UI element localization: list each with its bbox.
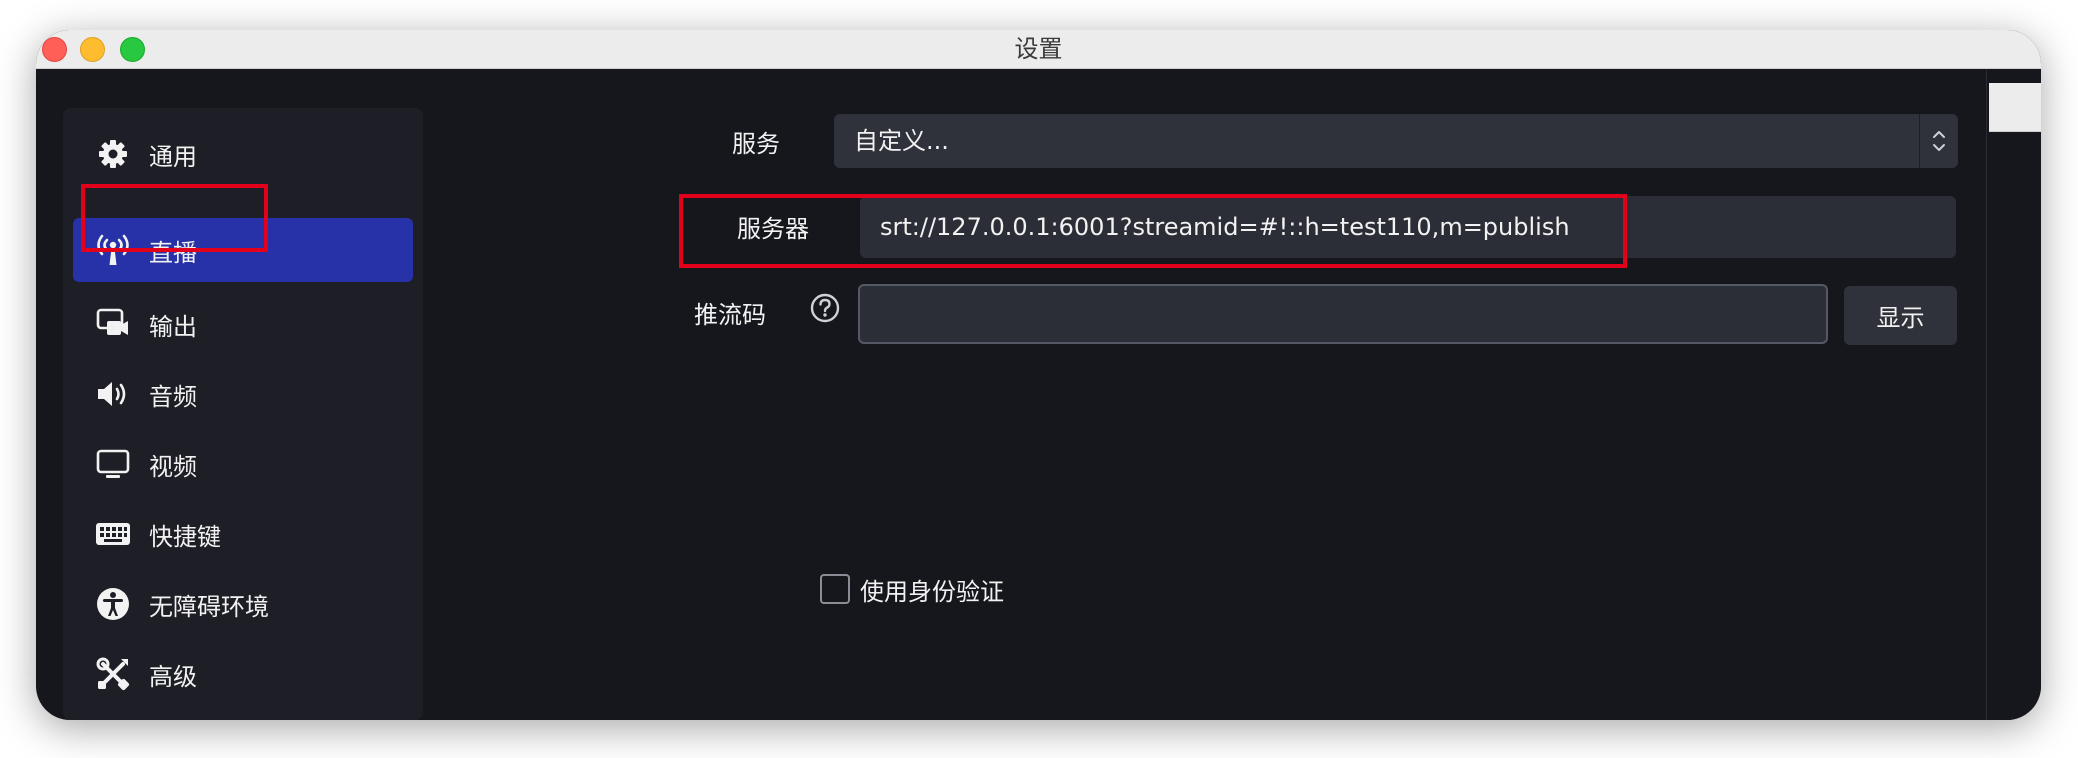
highlight-box-server <box>679 194 1627 268</box>
sidebar-item-accessibility[interactable]: 无障碍环境 <box>73 572 413 636</box>
keyboard-icon <box>95 516 131 552</box>
service-select-value: 自定义... <box>854 127 949 155</box>
output-camera-icon <box>95 306 131 342</box>
window-title: 设置 <box>1014 35 1063 63</box>
service-label: 服务 <box>732 130 780 158</box>
sidebar-item-output[interactable]: 输出 <box>73 292 413 356</box>
sidebar-item-hotkeys[interactable]: 快捷键 <box>73 502 413 566</box>
use-authentication-checkbox[interactable] <box>820 574 850 604</box>
sidebar-item-label: 视频 <box>149 452 197 481</box>
scrollbar[interactable] <box>1986 69 2041 720</box>
sidebar-item-label: 无障碍环境 <box>149 592 269 621</box>
stream-key-label: 推流码 <box>694 301 766 329</box>
updown-chevron-icon <box>1920 114 1958 168</box>
settings-window: 设置 通用 直播 输出 音频 视频 快捷键 无障碍环境 高级 服务 自定义...… <box>36 30 2041 720</box>
scrollbar-thumb[interactable] <box>1989 83 2041 132</box>
accessibility-icon <box>95 586 131 622</box>
sidebar-item-general[interactable]: 通用 <box>73 122 413 186</box>
sidebar-item-label: 快捷键 <box>149 522 221 551</box>
monitor-icon <box>95 446 131 482</box>
use-authentication-label[interactable]: 使用身份验证 <box>860 572 1004 607</box>
sidebar-item-advanced[interactable]: 高级 <box>73 642 413 706</box>
speaker-icon <box>95 376 131 412</box>
sidebar-item-video[interactable]: 视频 <box>73 432 413 496</box>
sidebar-item-label: 输出 <box>149 312 197 341</box>
show-key-button[interactable]: 显示 <box>1844 286 1957 345</box>
help-icon[interactable] <box>810 293 840 323</box>
title-bar: 设置 <box>36 30 2041 69</box>
sidebar-item-label: 通用 <box>149 142 197 171</box>
sidebar-item-audio[interactable]: 音频 <box>73 362 413 426</box>
sidebar-item-label: 音频 <box>149 382 197 411</box>
tools-icon <box>95 656 131 692</box>
service-select[interactable]: 自定义... <box>834 114 1958 168</box>
gear-icon <box>95 136 131 172</box>
highlight-box-stream <box>81 184 268 252</box>
stream-key-input[interactable] <box>858 284 1828 344</box>
sidebar-item-label: 高级 <box>149 662 197 691</box>
